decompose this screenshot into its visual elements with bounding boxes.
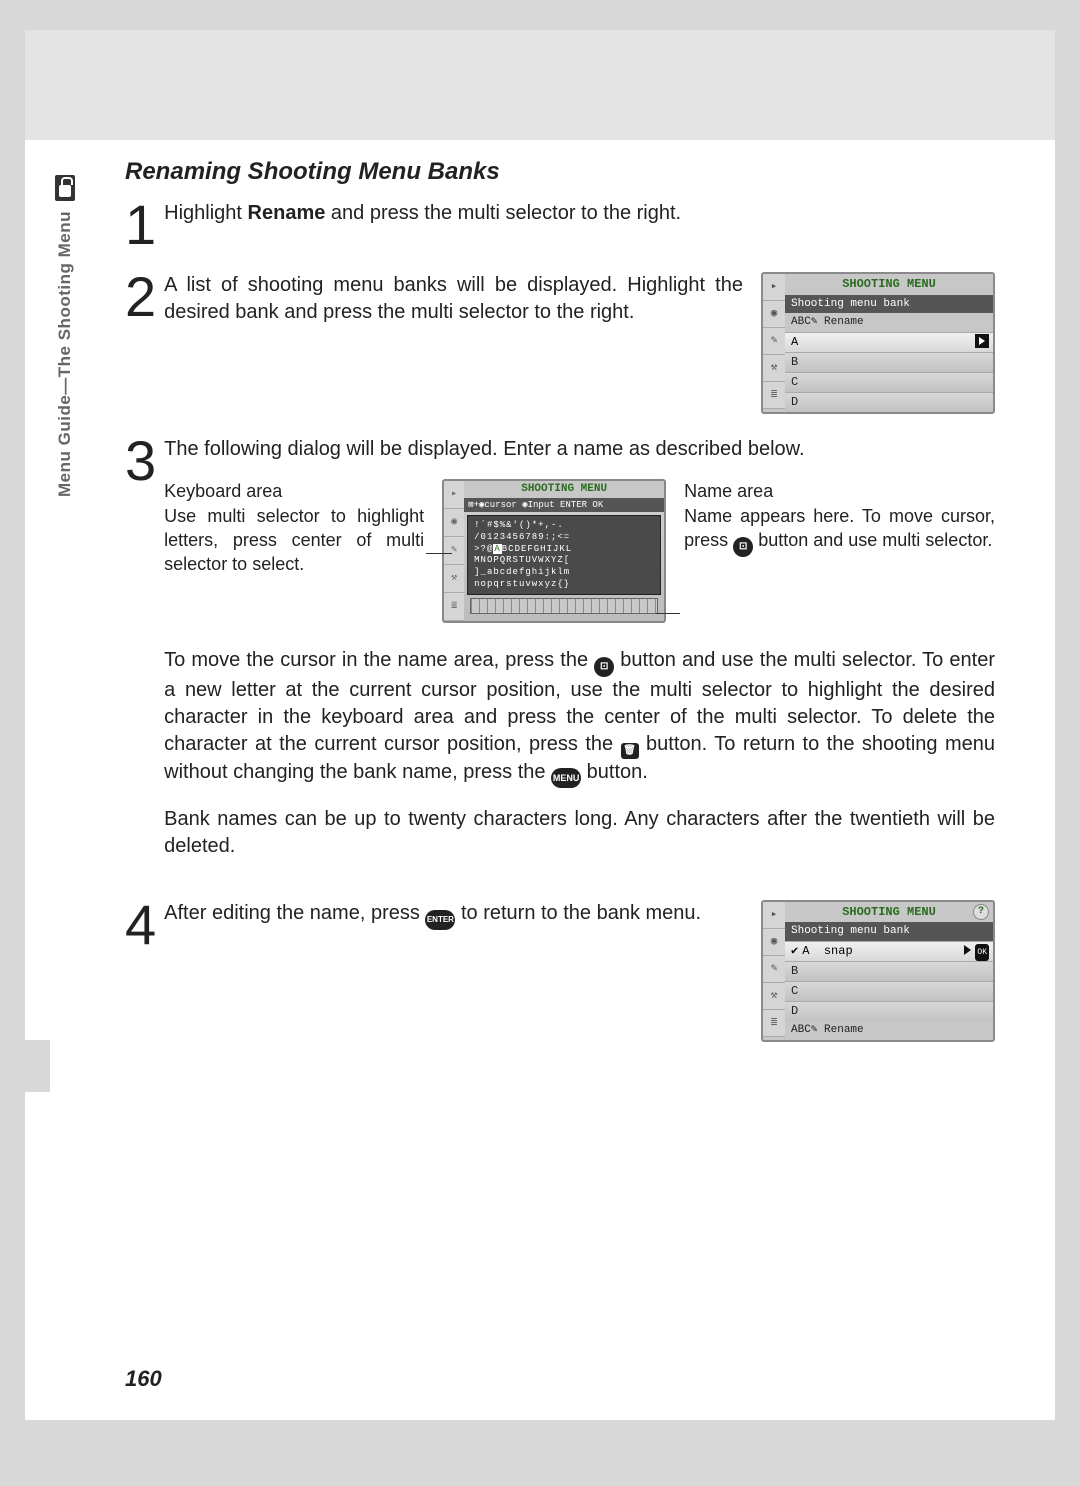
step3-para1: To move the cursor in the name area, pre… [164, 647, 995, 788]
step1-text-pre: Highlight [164, 202, 247, 224]
name-area-callout: Name area Name appears here. To move cur… [684, 479, 995, 557]
step-number: 2 [125, 272, 156, 322]
screen-subtitle: Shooting menu bank [785, 922, 993, 941]
tab-wrench-icon: ⚒ [763, 983, 785, 1010]
kbd-name-field [470, 598, 658, 614]
arrow-right-icon [964, 945, 971, 955]
keyboard-screenshot: ▸ ◉ ✎ ⚒ ≣ SHOOTING MENU ⊠+◉cursor ◉Input… [434, 479, 674, 623]
tab-wrench-icon: ⚒ [444, 565, 464, 593]
menu-button-icon: MENU [551, 768, 581, 788]
kbd-character-grid: !´#$%&'()*+,-. /0123456789:;<= >?@ABCDEF… [467, 515, 661, 595]
tab-camera-icon: ◉ [763, 929, 785, 956]
enter-button-icon: ENTER [425, 910, 455, 930]
tab-camera-icon: ◉ [763, 301, 785, 328]
step3-intro: The following dialog will be displayed. … [164, 436, 995, 463]
bank-row-d: D [785, 392, 993, 412]
rename-row: ABC✎ Rename [785, 1021, 993, 1040]
bank-row-b: B [785, 352, 993, 372]
step1-text-bold: Rename [248, 202, 326, 224]
bank-row-a: A [785, 332, 993, 352]
screen-subtitle: Shooting menu bank [785, 295, 993, 314]
keyboard-area-callout: Keyboard area Use multi selector to high… [164, 479, 424, 576]
tab-recent-icon: ≣ [763, 1010, 785, 1037]
tab-play-icon: ▸ [763, 274, 785, 301]
step-number: 4 [125, 900, 156, 950]
step2-text: A list of shooting menu banks will be di… [164, 272, 743, 326]
kbd-title: SHOOTING MENU [464, 481, 664, 498]
step-number: 3 [125, 436, 156, 486]
bank-row-a: ✔A snap OK [785, 941, 993, 961]
step-2: 2 A list of shooting menu banks will be … [125, 272, 995, 414]
tab-recent-icon: ≣ [763, 382, 785, 409]
rename-row: ABC✎ Rename [785, 313, 993, 332]
camera-icon [55, 175, 75, 201]
step-number: 1 [125, 200, 156, 250]
step4-screenshot: ▸ ◉ ✎ ⚒ ≣ SHOOTING MENU ? Shooting menu … [761, 900, 995, 1042]
tab-pencil-icon: ✎ [444, 537, 464, 565]
check-icon: ✔ [791, 944, 798, 958]
sidebar: Menu Guide—The Shooting Menu [55, 175, 77, 615]
tab-play-icon: ▸ [444, 481, 464, 509]
step3-para2: Bank names can be up to twenty character… [164, 806, 995, 860]
sidebar-section-label: Menu Guide—The Shooting Menu [55, 211, 75, 591]
step-4: 4 After editing the name, press ENTER to… [125, 900, 995, 1042]
step1-text-post: and press the multi selector to the righ… [325, 202, 681, 224]
step4-text-pre: After editing the name, press [164, 902, 425, 924]
help-icon: ? [973, 904, 989, 920]
trash-button-icon: 🗑 [621, 743, 639, 759]
step2-screenshot: ▸ ◉ ✎ ⚒ ≣ SHOOTING MENU Shooting menu ba… [761, 272, 995, 414]
bank-row-c: C [785, 981, 993, 1001]
tab-pencil-icon: ✎ [763, 956, 785, 983]
bank-row-c: C [785, 372, 993, 392]
page-number: 160 [125, 1366, 162, 1392]
arrow-right-icon [975, 334, 989, 348]
tab-pencil-icon: ✎ [763, 328, 785, 355]
tab-camera-icon: ◉ [444, 509, 464, 537]
keyboard-area-body: Use multi selector to highlight letters,… [164, 504, 424, 577]
keyboard-area-heading: Keyboard area [164, 479, 424, 503]
thumbnail-button-icon: ⊡ [594, 657, 614, 677]
bank-row-b: B [785, 961, 993, 981]
tab-recent-icon: ≣ [444, 593, 464, 621]
ok-badge: OK [975, 944, 989, 961]
section-title: Renaming Shooting Menu Banks [125, 158, 995, 186]
name-area-body-post: button and use multi selector. [753, 530, 992, 550]
kbd-hint-bar: ⊠+◉cursor ◉Input ENTER OK [464, 498, 664, 512]
step4-text-post: to return to the bank menu. [455, 902, 701, 924]
name-area-heading: Name area [684, 479, 995, 503]
page-edge-tab [25, 1040, 50, 1092]
tab-wrench-icon: ⚒ [763, 355, 785, 382]
step-3: 3 The following dialog will be displayed… [125, 436, 995, 878]
screen-title: SHOOTING MENU [785, 274, 993, 294]
thumbnail-button-icon: ⊡ [733, 537, 753, 557]
bank-row-d: D [785, 1001, 993, 1021]
step-1: 1 Highlight Rename and press the multi s… [125, 200, 995, 250]
tab-play-icon: ▸ [763, 902, 785, 929]
screen-title: SHOOTING MENU ? [785, 902, 993, 922]
